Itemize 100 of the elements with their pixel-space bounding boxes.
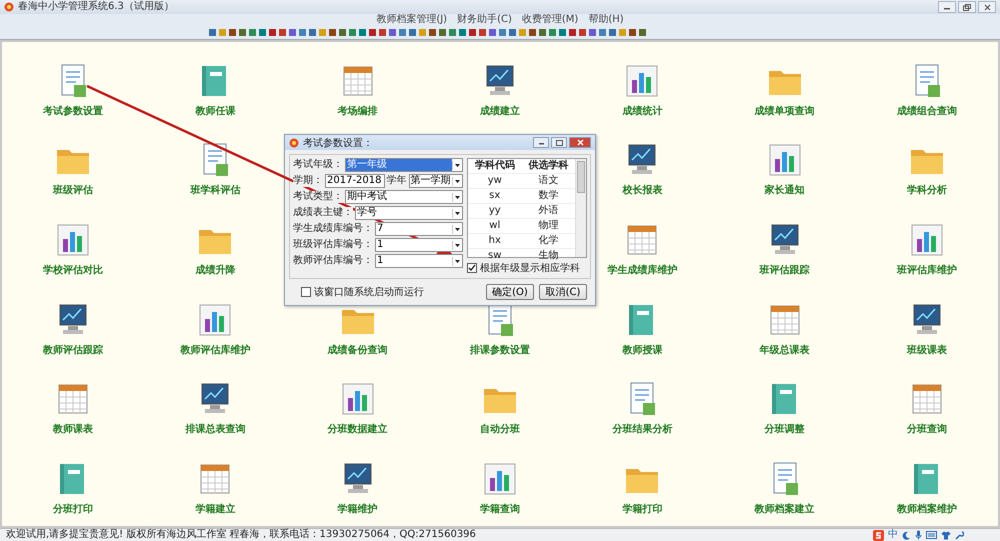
close-button[interactable] [978, 1, 996, 13]
toolbar-icon[interactable] [638, 27, 647, 38]
toolbar-icon[interactable] [438, 27, 447, 38]
toolbar-icon[interactable] [558, 27, 567, 38]
function-label[interactable]: 班评估库维护 [896, 262, 957, 277]
toolbar-icon[interactable] [368, 27, 377, 38]
function-label[interactable]: 学籍维护 [338, 502, 378, 516]
function-label[interactable]: 成绩单项查询 [754, 104, 815, 118]
dropdown-field[interactable]: 学号 [355, 206, 463, 220]
toolbar-icon[interactable] [358, 27, 367, 38]
toolbar-icon[interactable] [338, 27, 347, 38]
function-label[interactable]: 学籍打印 [622, 502, 662, 516]
toolbar-icon[interactable] [488, 27, 497, 38]
function-label[interactable]: 校长报表 [622, 183, 662, 198]
toolbar-icon[interactable] [458, 27, 467, 38]
year-input-field[interactable]: 2017-2018 [325, 174, 385, 188]
function-label[interactable]: 排课参数设置 [470, 342, 530, 357]
dropdown-field[interactable]: 1 [375, 238, 463, 252]
menu-item[interactable]: 教师档案管理(J) [376, 14, 448, 26]
function-label[interactable]: 排课总表查询 [185, 422, 246, 436]
checkbox[interactable]: 该窗口随系统启动而运行 [301, 285, 424, 299]
function-label[interactable]: 家长通知 [764, 183, 805, 198]
toolbar-icon[interactable] [388, 27, 397, 38]
function-label[interactable]: 班学科评估 [190, 183, 240, 198]
function-label[interactable]: 学生成绩库维护 [607, 262, 678, 277]
checkbox[interactable]: 根据年级显示相应学科 [467, 261, 587, 275]
toolbar-icon[interactable] [628, 27, 637, 38]
toolbar-icon[interactable] [208, 27, 217, 38]
ime-logo-icon[interactable] [873, 530, 884, 540]
ime-mode-label[interactable]: 中 [888, 529, 898, 541]
function-label[interactable]: 教师评估库维护 [180, 342, 250, 357]
function-label[interactable]: 学校评估对比 [43, 262, 104, 277]
dialog-button[interactable]: 确定(O) [486, 284, 534, 300]
keyboard-icon[interactable] [926, 531, 937, 539]
toolbar-icon[interactable] [538, 27, 547, 38]
dropdown-field[interactable]: 第一年级 [345, 158, 463, 172]
function-label[interactable]: 成绩升降 [195, 262, 236, 277]
function-label[interactable]: 教师档案维护 [896, 502, 957, 516]
dropdown-field[interactable]: 1 [375, 254, 463, 268]
minimize-button[interactable] [533, 137, 549, 148]
function-label[interactable]: 学籍建立 [195, 502, 236, 516]
toolbar-icon[interactable] [288, 27, 297, 38]
toolbar-icon[interactable] [278, 27, 287, 38]
moon-icon[interactable] [902, 530, 911, 540]
function-label[interactable]: 自动分班 [480, 422, 520, 436]
close-button[interactable] [569, 137, 591, 148]
toolbar-icon[interactable] [498, 27, 507, 38]
restore-button[interactable] [958, 1, 976, 13]
menu-item[interactable]: 帮助(H) [588, 14, 624, 26]
shirt-icon[interactable] [941, 530, 951, 540]
function-label[interactable]: 学科分析 [906, 183, 947, 198]
toolbar-icon[interactable] [598, 27, 607, 38]
toolbar-icon[interactable] [548, 27, 557, 38]
function-label[interactable]: 分班调整 [764, 422, 805, 436]
function-label[interactable]: 班级课表 [906, 342, 947, 357]
toolbar-icon[interactable] [348, 27, 357, 38]
toolbar-icon[interactable] [508, 27, 517, 38]
toolbar-icon[interactable] [448, 27, 457, 38]
dialog-button[interactable]: 取消(C) [539, 284, 587, 300]
toolbar-icon[interactable] [378, 27, 387, 38]
function-label[interactable]: 分班打印 [53, 502, 94, 516]
toolbar-icon[interactable] [228, 27, 237, 38]
function-label[interactable]: 教师档案建立 [754, 502, 815, 516]
scrollbar[interactable] [575, 159, 586, 257]
function-label[interactable]: 分班结果分析 [612, 422, 672, 436]
toolbar-icon[interactable] [478, 27, 487, 38]
minimize-button[interactable] [938, 1, 956, 13]
microphone-icon[interactable] [915, 530, 922, 540]
function-label[interactable]: 成绩组合查询 [896, 104, 957, 118]
toolbar-icon[interactable] [408, 27, 417, 38]
function-label[interactable]: 分班查询 [906, 422, 947, 436]
function-label[interactable]: 考试参数设置 [43, 104, 104, 118]
wrench-icon[interactable] [955, 530, 964, 540]
dropdown-field[interactable]: 期中考试 [345, 190, 463, 204]
function-label[interactable]: 教师评估跟踪 [43, 342, 104, 357]
function-label[interactable]: 教师课表 [53, 422, 94, 436]
function-label[interactable]: 班级评估 [53, 183, 94, 198]
function-label[interactable]: 成绩备份查询 [328, 342, 388, 357]
toolbar-icon[interactable] [568, 27, 577, 38]
function-label[interactable]: 成绩建立 [480, 104, 520, 118]
dropdown-field[interactable]: 7 [375, 222, 463, 236]
function-label[interactable]: 教师任课 [195, 104, 236, 118]
toolbar-icon[interactable] [578, 27, 587, 38]
function-label[interactable]: 考场编排 [338, 104, 378, 118]
toolbar-icon[interactable] [308, 27, 317, 38]
function-label[interactable]: 班评估跟踪 [760, 262, 810, 277]
toolbar-icon[interactable] [238, 27, 247, 38]
toolbar-icon[interactable] [428, 27, 437, 38]
function-label[interactable]: 成绩统计 [622, 104, 662, 118]
toolbar-icon[interactable] [298, 27, 307, 38]
toolbar-icon[interactable] [268, 27, 277, 38]
toolbar-icon[interactable] [588, 27, 597, 38]
toolbar-icon[interactable] [398, 27, 407, 38]
function-label[interactable]: 年级总课表 [760, 342, 810, 357]
toolbar-icon[interactable] [528, 27, 537, 38]
dropdown-field[interactable]: 第一学期 [408, 174, 463, 188]
toolbar-icon[interactable] [608, 27, 617, 38]
toolbar-icon[interactable] [258, 27, 267, 38]
menu-item[interactable]: 财务助手(C) [457, 14, 512, 26]
toolbar-icon[interactable] [328, 27, 337, 38]
